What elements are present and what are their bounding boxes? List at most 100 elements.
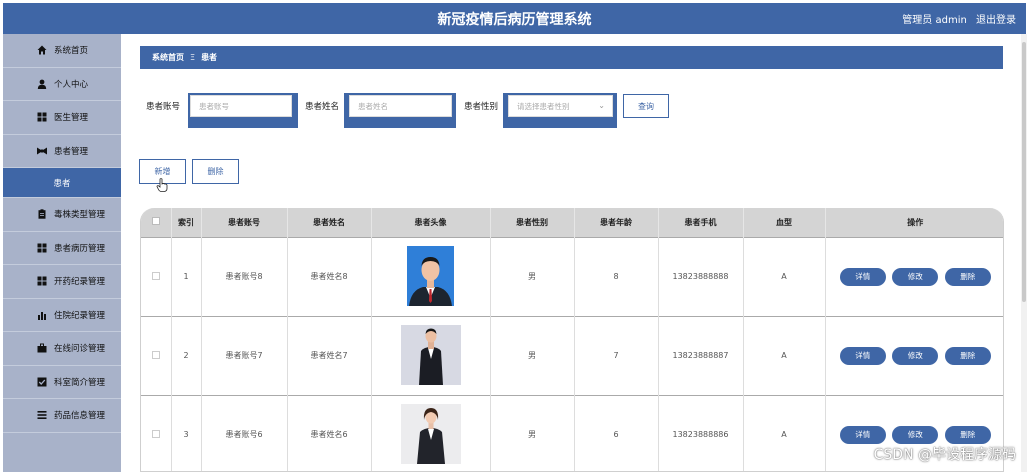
logout-link[interactable]: 退出登录 — [976, 15, 1016, 26]
sidebar-item-patient[interactable]: 患者 — [3, 168, 121, 198]
sidebar-item-profile[interactable]: 个人中心 — [3, 68, 121, 101]
grid-icon — [37, 243, 47, 253]
sidebar-item-label: 患者管理 — [54, 146, 89, 157]
cell-gender: 男 — [490, 394, 575, 471]
patient-avatar-photo — [400, 403, 461, 464]
user-area: 管理员 admin 退出登录 — [896, 11, 1016, 26]
list-icon — [37, 410, 47, 420]
table-header-row: 索引 患者账号 患者姓名 患者头像 患者性别 患者年龄 患者手机 血型 操作 — [141, 208, 1003, 237]
cell-account: 患者账号6 — [201, 394, 288, 471]
patient-table: 索引 患者账号 患者姓名 患者头像 患者性别 患者年龄 患者手机 血型 操作 1… — [140, 208, 1004, 472]
cell-blood: A — [743, 236, 826, 316]
cell-name: 患者姓名8 — [287, 236, 372, 316]
sidebar-item-label: 毒株类型管理 — [54, 210, 106, 221]
sidebar-item-patient-manage[interactable]: 患者管理 — [3, 135, 121, 168]
grid-icon — [37, 112, 47, 122]
filter-account-label: 患者账号 — [146, 102, 181, 112]
sidebar-item-prescription[interactable]: 开药纪录管理 — [3, 265, 121, 299]
cell-phone: 13823888886 — [658, 394, 744, 471]
sidebar-item-label: 个人中心 — [54, 79, 89, 90]
cell-avatar — [371, 236, 491, 316]
app-title: 新冠疫情后病历管理系统 — [437, 12, 592, 28]
breadcrumb-separator: Ξ — [190, 53, 196, 62]
select-all-checkbox[interactable] — [151, 217, 160, 226]
header-phone: 患者手机 — [658, 208, 744, 237]
delete-button[interactable]: 删除 — [192, 159, 239, 184]
header-avatar: 患者头像 — [371, 208, 491, 237]
table-row: 1 患者账号8 患者姓名8 男 8 13823888888 A 详情 修改 删除 — [141, 236, 1003, 316]
sidebar-item-doctor[interactable]: 医生管理 — [3, 101, 121, 135]
watermark: CSDN @毕设程序源码 — [873, 447, 1016, 463]
cell-phone: 13823888888 — [658, 236, 744, 316]
cell-name: 患者姓名6 — [287, 394, 372, 471]
chevron-down-icon: ⌄ — [598, 101, 605, 110]
top-bar: 新冠疫情后病历管理系统 管理员 admin 退出登录 — [3, 3, 1026, 34]
cell-blood: A — [743, 315, 826, 395]
search-button[interactable]: 查询 — [623, 94, 669, 118]
cell-index: 2 — [171, 315, 202, 395]
cell-age: 7 — [574, 315, 659, 395]
cell-index: 3 — [171, 394, 202, 471]
edit-button[interactable]: 修改 — [892, 267, 939, 286]
sidebar-item-label: 患者 — [53, 178, 71, 189]
row-checkbox[interactable] — [151, 429, 160, 438]
row-checkbox[interactable] — [151, 271, 160, 280]
sidebar-item-record[interactable]: 患者病历管理 — [3, 232, 121, 265]
sidebar-item-label: 科室简介管理 — [54, 377, 106, 388]
cell-actions: 详情 修改 删除 — [825, 315, 1003, 395]
header-account: 患者账号 — [201, 208, 288, 237]
page-scrollbar[interactable] — [1021, 34, 1027, 472]
sidebar-item-label: 住院纪录管理 — [54, 310, 106, 321]
cell-age: 6 — [574, 394, 659, 471]
cell-account: 患者账号8 — [201, 236, 288, 316]
cell-actions: 详情 修改 删除 — [825, 236, 1003, 316]
cell-avatar — [371, 315, 491, 395]
sidebar-item-label: 药品信息管理 — [54, 411, 106, 422]
user-label: 管理员 admin — [902, 15, 967, 26]
edit-button[interactable]: 修改 — [892, 425, 939, 444]
row-delete-button[interactable]: 删除 — [944, 425, 991, 444]
row-delete-button[interactable]: 删除 — [944, 346, 991, 365]
patient-avatar-photo — [407, 245, 454, 306]
detail-button[interactable]: 详情 — [839, 346, 886, 365]
clipboard-icon — [37, 209, 47, 219]
header-blood: 血型 — [743, 208, 826, 237]
cell-name: 患者姓名7 — [287, 315, 372, 395]
detail-button[interactable]: 详情 — [839, 267, 886, 286]
sidebar-item-label: 在线问诊管理 — [54, 344, 106, 355]
briefcase-icon — [37, 343, 47, 353]
sidebar-item-hospital[interactable]: 住院纪录管理 — [3, 299, 121, 332]
sidebar-item-department[interactable]: 科室简介管理 — [3, 366, 121, 399]
grid-icon — [37, 276, 47, 286]
sidebar: 系统首页 个人中心 医生管理 患者管理 患者 毒株类型管理 患者病历管理 开药纪… — [3, 34, 121, 472]
sidebar-item-label: 医生管理 — [54, 113, 89, 124]
check-square-icon — [37, 377, 47, 387]
sidebar-item-strain[interactable]: 毒株类型管理 — [3, 198, 121, 232]
row-delete-button[interactable]: 删除 — [944, 267, 991, 286]
gender-select-placeholder: 请选择患者性别 — [517, 101, 570, 111]
account-input[interactable]: 患者账号 — [190, 95, 292, 117]
detail-button[interactable]: 详情 — [839, 425, 886, 444]
header-select-all[interactable] — [141, 208, 172, 237]
cell-age: 8 — [574, 236, 659, 316]
sidebar-item-consult[interactable]: 在线问诊管理 — [3, 332, 121, 366]
sidebar-item-home[interactable]: 系统首页 — [3, 34, 121, 68]
bowtie-icon — [37, 146, 47, 156]
edit-button[interactable]: 修改 — [892, 346, 939, 365]
sidebar-item-medicine[interactable]: 药品信息管理 — [3, 399, 121, 433]
breadcrumb-current: 患者 — [201, 53, 218, 62]
breadcrumb-home[interactable]: 系统首页 — [152, 52, 184, 63]
patient-avatar-photo — [400, 324, 461, 385]
header-index: 索引 — [171, 208, 202, 237]
cell-avatar — [371, 394, 491, 471]
header-gender: 患者性别 — [490, 208, 575, 237]
user-icon — [37, 79, 47, 89]
sidebar-item-label: 开药纪录管理 — [54, 277, 106, 288]
table-row: 2 患者账号7 患者姓名7 男 7 13823888887 A 详情 修改 删除 — [141, 315, 1003, 395]
cell-gender: 男 — [490, 236, 575, 316]
gender-select[interactable]: 请选择患者性别 ⌄ — [508, 95, 613, 117]
scrollbar-thumb[interactable] — [1022, 42, 1026, 302]
row-checkbox[interactable] — [151, 350, 160, 359]
header-actions: 操作 — [825, 208, 1003, 237]
name-input[interactable]: 患者姓名 — [349, 95, 452, 117]
